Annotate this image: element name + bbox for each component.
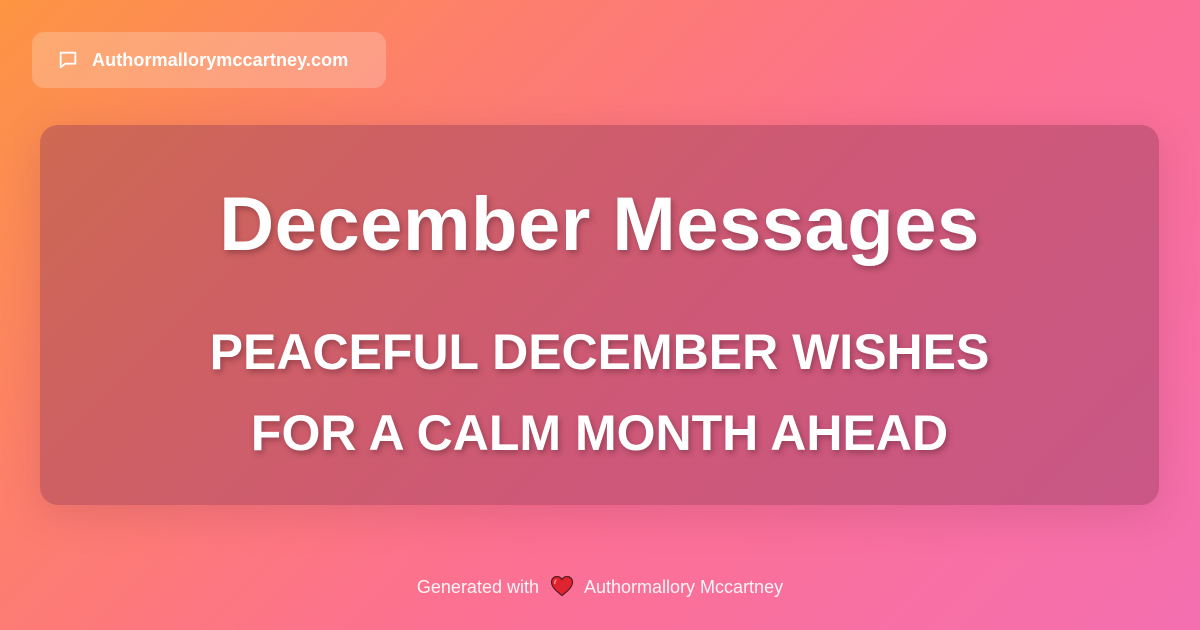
page-title: December Messages <box>219 182 980 267</box>
subtitle-line: PEACEFUL DECEMBER WISHES <box>209 324 990 380</box>
message-card: December Messages PEACEFUL DECEMBER WISH… <box>40 125 1159 505</box>
site-link[interactable]: Authormallorymccartney.com <box>32 32 386 88</box>
subtitle-line: FOR A CALM MONTH AHEAD <box>250 405 949 461</box>
site-domain: Authormallorymccartney.com <box>92 49 349 70</box>
footer-author: Authormallory Mccartney <box>584 577 784 597</box>
page-subtitle: PEACEFUL DECEMBER WISHES FOR A CALM MONT… <box>40 312 1159 474</box>
footer-credit: Generated with Authormallory Mccartney <box>0 574 1200 600</box>
heart-icon <box>550 575 574 597</box>
footer-prefix: Generated with <box>416 577 539 597</box>
chat-bubble-icon <box>56 48 80 72</box>
